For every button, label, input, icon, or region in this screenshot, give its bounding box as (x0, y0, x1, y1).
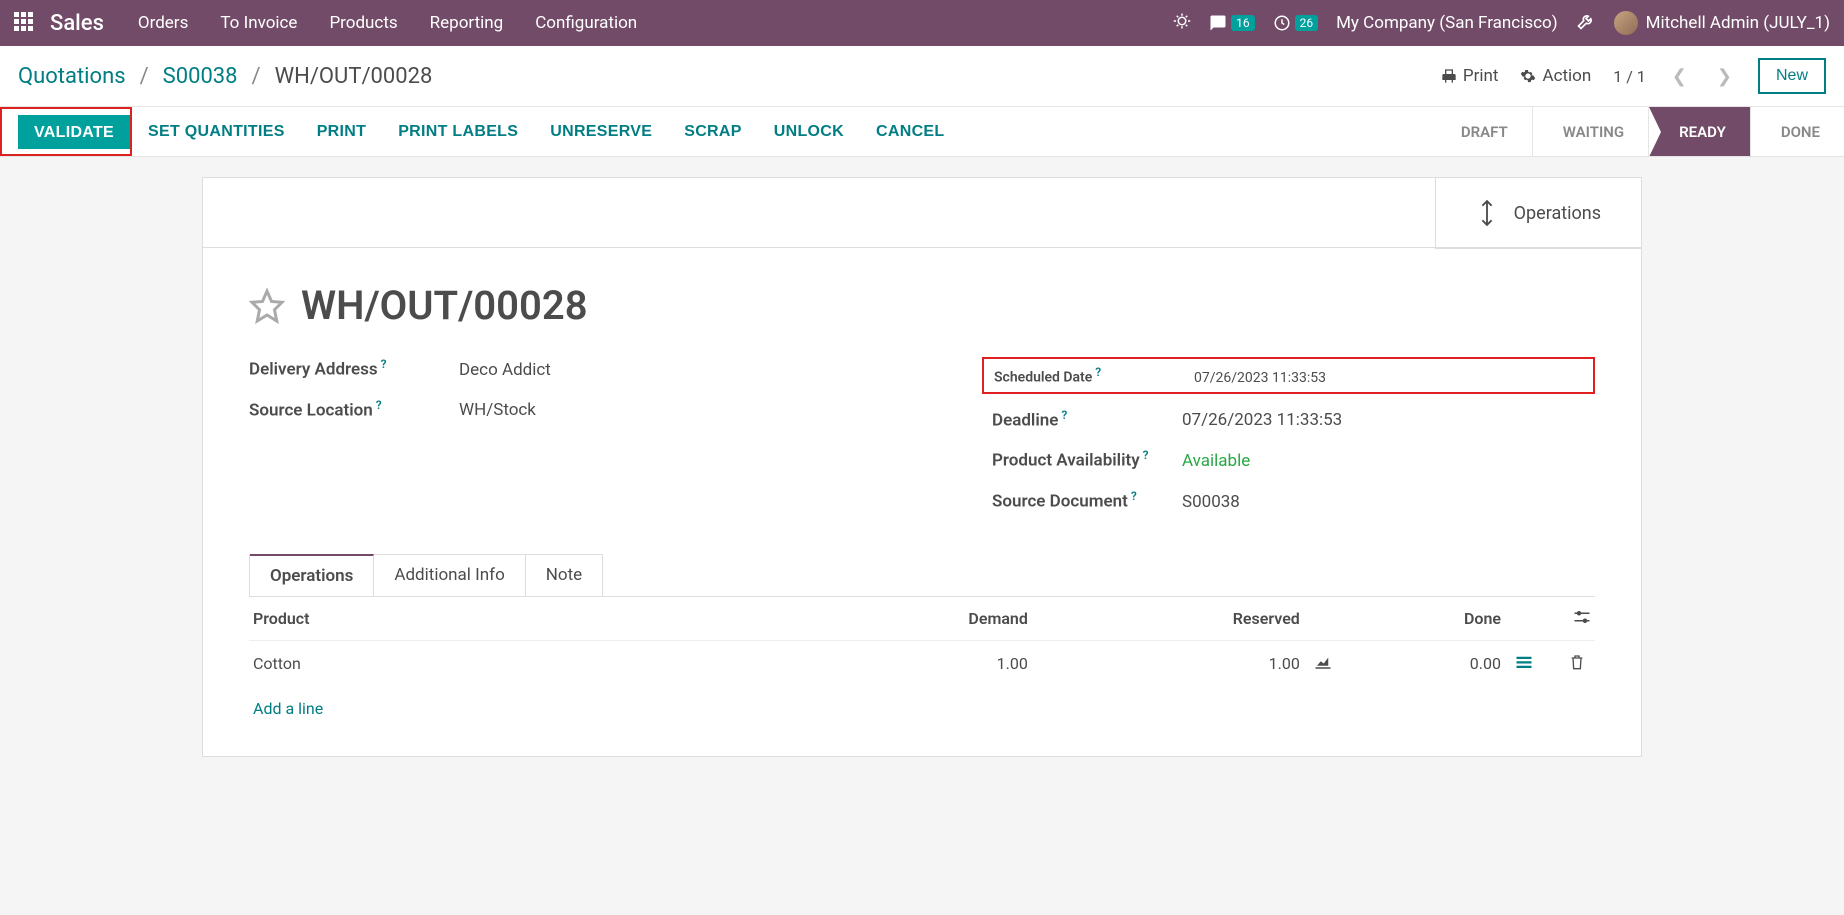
cancel-button[interactable]: CANCEL (860, 107, 960, 156)
validate-button[interactable]: VALIDATE (18, 115, 130, 149)
activities-badge: 26 (1295, 15, 1319, 31)
deadline-value: 07/26/2023 11:33:53 (1182, 410, 1342, 430)
delete-row-icon[interactable] (1563, 656, 1591, 675)
unlock-button[interactable]: UNLOCK (758, 107, 860, 156)
add-line-button[interactable]: Add a line (253, 699, 323, 718)
deadline-label: Deadline? (982, 408, 1182, 431)
company-switcher[interactable]: My Company (San Francisco) (1336, 13, 1558, 33)
stage-ready[interactable]: READY (1648, 107, 1750, 156)
pager-next[interactable]: ❯ (1713, 64, 1736, 89)
messages-badge: 16 (1231, 15, 1255, 31)
nav-orders[interactable]: Orders (126, 13, 200, 33)
forecast-icon[interactable] (1308, 654, 1338, 673)
new-button[interactable]: New (1758, 58, 1826, 94)
nav-reporting[interactable]: Reporting (418, 13, 516, 33)
stage-done[interactable]: DONE (1750, 107, 1844, 156)
highlight-scheduled-date: Scheduled Date? 07/26/2023 11:33:53 (982, 357, 1595, 394)
apps-icon[interactable] (14, 12, 36, 34)
gear-icon (1520, 68, 1536, 84)
availability-label: Product Availability? (982, 448, 1182, 471)
action-bar: VALIDATE SET QUANTITIES PRINT PRINT LABE… (0, 107, 1844, 157)
source-location-value[interactable]: WH/Stock (459, 400, 536, 420)
delivery-address-value[interactable]: Deco Addict (459, 360, 551, 380)
source-document-value[interactable]: S00038 (1182, 492, 1240, 512)
user-name: Mitchell Admin (JULY_1) (1646, 13, 1830, 33)
pager-prev[interactable]: ❮ (1668, 64, 1691, 89)
tools-icon[interactable] (1576, 11, 1596, 35)
operations-table: Product Demand Reserved Done (249, 596, 1595, 730)
details-icon[interactable] (1509, 654, 1539, 673)
col-done: Done (1342, 596, 1505, 640)
nav-to-invoice[interactable]: To Invoice (208, 13, 309, 33)
print-action-button[interactable]: PRINT (301, 107, 383, 156)
table-row[interactable]: Cotton 1.00 1.00 0.00 (249, 640, 1595, 687)
messages-icon[interactable]: 16 (1209, 14, 1255, 32)
avatar (1614, 11, 1638, 35)
scheduled-date-label: Scheduled Date? (994, 365, 1194, 386)
activities-icon[interactable]: 26 (1273, 14, 1319, 32)
record-title: WH/OUT/00028 (301, 282, 588, 329)
highlight-validate: VALIDATE (0, 107, 132, 156)
status-bar: DRAFT WAITING READY DONE (1431, 107, 1844, 156)
crumb-sep: / (140, 64, 149, 89)
scrap-button[interactable]: SCRAP (668, 107, 758, 156)
source-location-label: Source Location? (249, 398, 459, 421)
cell-product[interactable]: Cotton (249, 640, 787, 687)
tab-operations[interactable]: Operations (250, 554, 374, 596)
delivery-address-label: Delivery Address? (249, 357, 459, 380)
pager: 1 / 1 (1613, 67, 1646, 86)
tab-note[interactable]: Note (526, 555, 602, 596)
crumb-current: WH/OUT/00028 (275, 64, 433, 89)
column-options-icon[interactable] (1573, 609, 1591, 628)
stage-draft[interactable]: DRAFT (1431, 107, 1532, 156)
print-labels-button[interactable]: PRINT LABELS (382, 107, 534, 156)
cell-demand[interactable]: 1.00 (787, 640, 1031, 687)
action-button[interactable]: Action (1520, 66, 1591, 86)
crumb-sep: / (252, 64, 261, 89)
tabs: Operations Additional Info Note (249, 554, 603, 596)
availability-value: Available (1182, 451, 1250, 471)
printer-icon (1441, 68, 1457, 84)
breadcrumb-bar: Quotations / S00038 / WH/OUT/00028 Print… (0, 46, 1844, 107)
cell-reserved: 1.00 (1032, 640, 1304, 687)
col-demand: Demand (787, 596, 1031, 640)
updown-arrow-icon (1476, 198, 1498, 228)
nav-products[interactable]: Products (317, 13, 409, 33)
unreserve-button[interactable]: UNRESERVE (534, 107, 668, 156)
crumb-parent[interactable]: S00038 (163, 64, 238, 89)
operations-smart-button[interactable]: Operations (1435, 178, 1641, 249)
app-brand[interactable]: Sales (50, 11, 104, 36)
print-button[interactable]: Print (1441, 66, 1499, 86)
col-product: Product (249, 596, 787, 640)
bug-icon[interactable] (1173, 12, 1191, 34)
source-document-label: Source Document? (982, 489, 1182, 512)
cell-done[interactable]: 0.00 (1342, 640, 1505, 687)
col-reserved: Reserved (1032, 596, 1304, 640)
top-nav: Sales Orders To Invoice Products Reporti… (0, 0, 1844, 46)
scheduled-date-value[interactable]: 07/26/2023 11:33:53 (1194, 370, 1326, 386)
set-quantities-button[interactable]: SET QUANTITIES (132, 107, 301, 156)
record-title-row: WH/OUT/00028 (249, 282, 1595, 329)
tab-additional-info[interactable]: Additional Info (374, 555, 525, 596)
crumb-root[interactable]: Quotations (18, 64, 126, 89)
nav-configuration[interactable]: Configuration (523, 13, 649, 33)
user-menu[interactable]: Mitchell Admin (JULY_1) (1614, 11, 1830, 35)
stage-waiting[interactable]: WAITING (1532, 107, 1648, 156)
star-icon[interactable] (249, 288, 285, 324)
record-sheet: Operations WH/OUT/00028 Delivery Address… (202, 177, 1642, 757)
